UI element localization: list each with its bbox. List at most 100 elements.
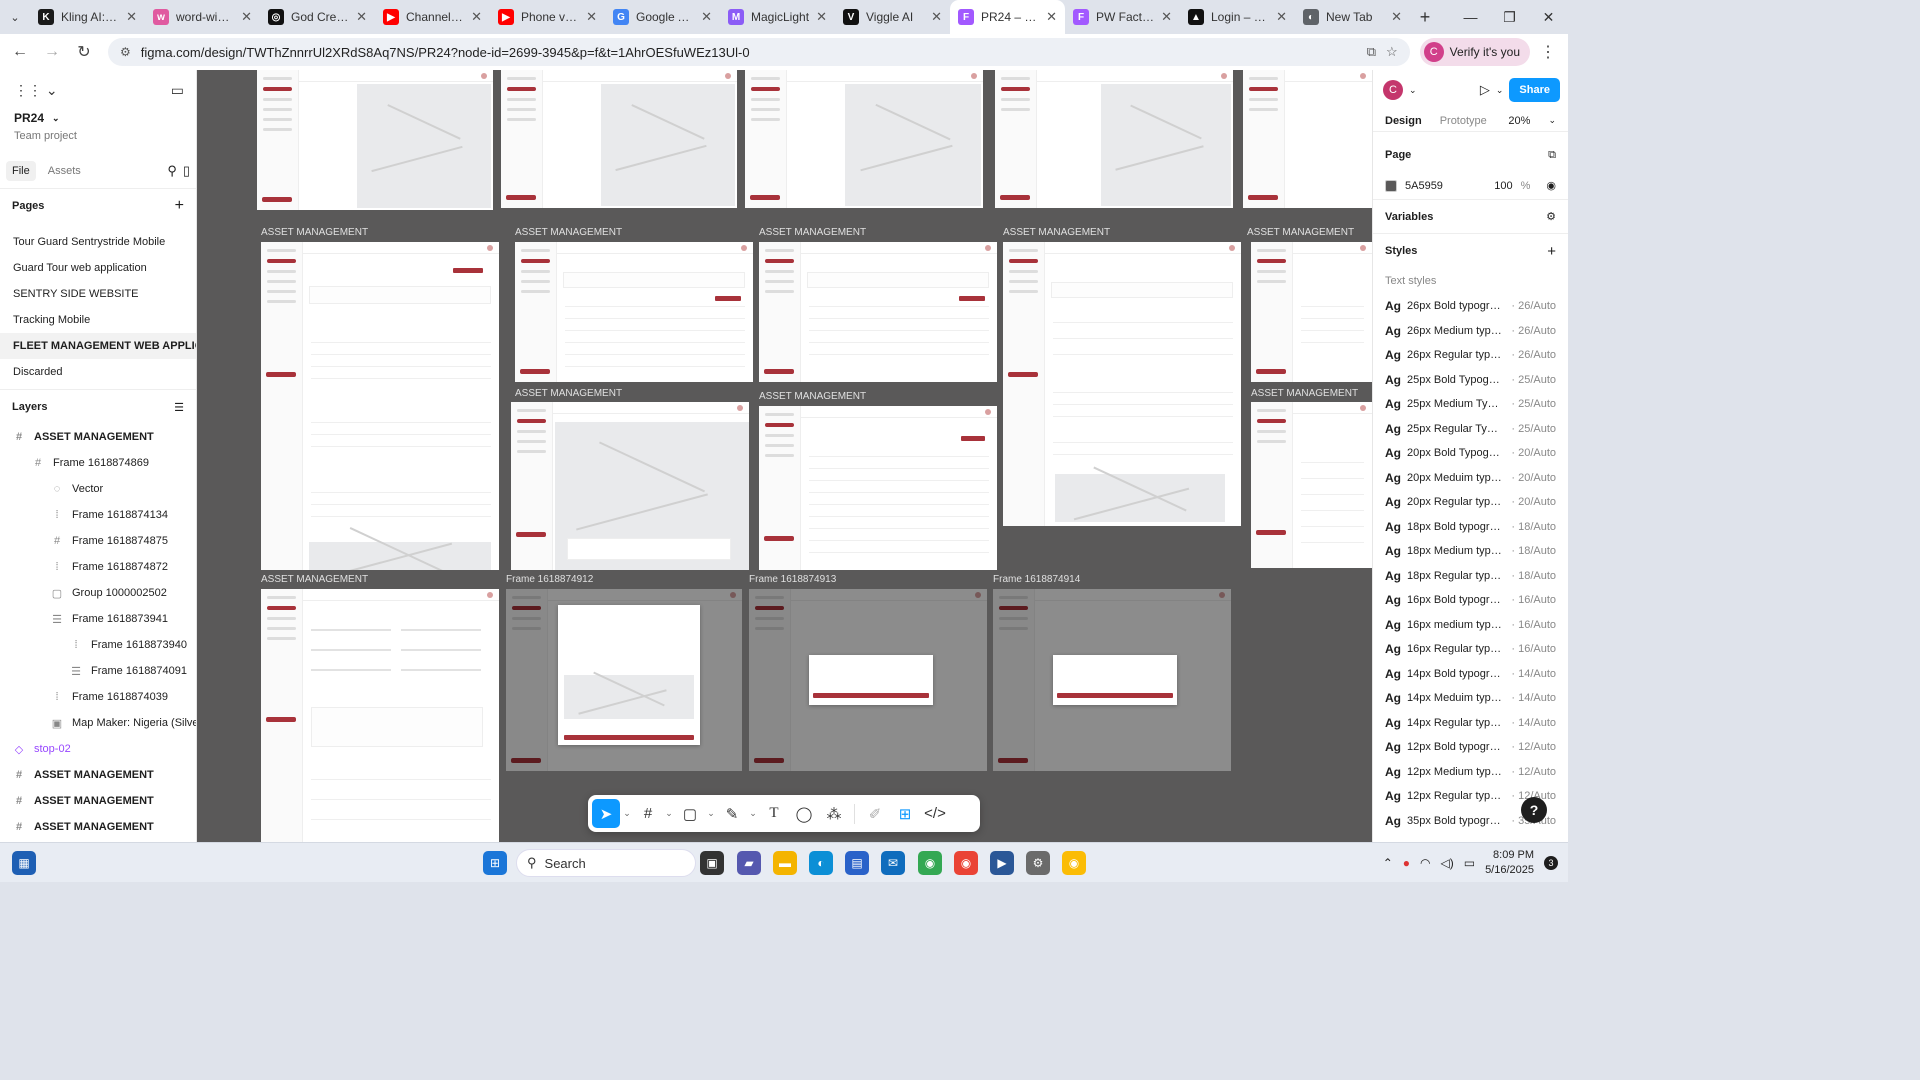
wifi-icon[interactable]: ◠	[1420, 856, 1430, 870]
text-style-item[interactable]: Ag 16px Regular typography · 16/Auto	[1373, 637, 1568, 662]
dev-mode-icon[interactable]: </>	[921, 799, 949, 828]
back-arrow-icon[interactable]: ←	[6, 38, 34, 66]
chevron-down-icon[interactable]: ⌄	[622, 799, 632, 828]
present-play-icon[interactable]: ▷	[1480, 82, 1490, 98]
figma-logo-menu-icon[interactable]: ⋮⋮ ⌄	[14, 82, 58, 99]
frame-1618874912[interactable]	[506, 589, 742, 771]
volume-icon[interactable]: ◁)	[1440, 856, 1453, 870]
store-icon[interactable]: ▤	[845, 851, 869, 875]
frame-asset-list-right[interactable]	[1251, 402, 1372, 568]
user-avatar[interactable]: C	[1383, 80, 1403, 100]
close-tab-icon[interactable]: ✕	[241, 9, 252, 25]
new-tab-button[interactable]: +	[1410, 0, 1440, 34]
layers-list-icon[interactable]: ☰	[174, 401, 184, 414]
text-style-item[interactable]: Ag 14px Regular typography · 14/Auto	[1373, 711, 1568, 736]
browser-tab[interactable]: F PR24 – Figm ✕	[950, 0, 1065, 34]
close-tab-icon[interactable]: ✕	[1276, 9, 1287, 25]
close-tab-icon[interactable]: ✕	[126, 9, 137, 25]
frame-label[interactable]: ASSET MANAGEMENT	[515, 227, 622, 238]
layer-item[interactable]: # Frame 1618874875	[0, 528, 196, 554]
close-tab-icon[interactable]: ✕	[471, 9, 482, 25]
search-icon[interactable]: ⚲	[167, 163, 177, 179]
text-style-item[interactable]: Ag 25px Bold Typography · 25/Auto	[1373, 368, 1568, 393]
text-style-item[interactable]: Ag 14px Meduim typography · 14/Auto	[1373, 686, 1568, 711]
tray-overflow-chevron-icon[interactable]: ⌃	[1383, 856, 1393, 870]
browser-tab[interactable]: ◎ God Creation ✕	[260, 0, 375, 34]
layer-item[interactable]: ◌ Vector	[0, 476, 196, 502]
page-item[interactable]: FLEET MANAGEMENT WEB APPLICA...	[0, 333, 196, 359]
media-icon[interactable]: ▶	[990, 851, 1014, 875]
browser-tab[interactable]: V Viggle AI ✕	[835, 0, 950, 34]
text-style-item[interactable]: Ag 20px Meduim typograp... · 20/Auto	[1373, 466, 1568, 491]
text-style-item[interactable]: Ag 14px Bold typography · 14/Auto	[1373, 662, 1568, 687]
text-style-item[interactable]: Ag 26px Regular typograp... · 26/Auto	[1373, 343, 1568, 368]
page-item[interactable]: Tour Guard Sentrystride Mobile	[0, 229, 196, 255]
close-tab-icon[interactable]: ✕	[701, 9, 712, 25]
comment-tool-icon[interactable]: ◯	[790, 799, 818, 828]
layer-item[interactable]: # Frame 1618874869	[0, 450, 196, 476]
text-style-item[interactable]: Ag 25px Regular Typograp... · 25/Auto	[1373, 417, 1568, 442]
text-style-item[interactable]: Ag 16px Bold typography · 16/Auto	[1373, 588, 1568, 613]
text-style-item[interactable]: Ag 16px medium typography · 16/Auto	[1373, 613, 1568, 638]
clock[interactable]: 8:09 PM 5/16/2025	[1485, 848, 1534, 878]
settings-gear-icon[interactable]: ⚙	[1026, 851, 1050, 875]
chrome-icon-3[interactable]: ◉	[1062, 851, 1086, 875]
page-color-hex[interactable]: 5A5959	[1405, 180, 1443, 192]
close-tab-icon[interactable]: ✕	[1391, 9, 1402, 25]
chrome-icon-2[interactable]: ◉	[954, 851, 978, 875]
browser-tab[interactable]: w word-wizard ✕	[145, 0, 260, 34]
frame-trip-history[interactable]	[515, 242, 753, 382]
maximize-icon[interactable]: ❐	[1490, 0, 1529, 34]
chrome-icon-1[interactable]: ◉	[918, 851, 942, 875]
page-background-row[interactable]: 5A5959 100 % ◉	[1373, 172, 1568, 200]
mail-icon[interactable]: ✉	[881, 851, 905, 875]
add-page-icon[interactable]: +	[175, 197, 184, 215]
layer-item[interactable]: # ASSET MANAGEMENT	[0, 814, 196, 840]
layer-item[interactable]: ☰ Frame 1618873941	[0, 606, 196, 632]
frame-label[interactable]: ASSET MANAGEMENT	[261, 574, 368, 585]
chevron-down-icon[interactable]: ⌄	[1496, 85, 1504, 96]
frame-1618874913[interactable]	[749, 589, 987, 771]
text-style-item[interactable]: Ag 26px Bold typography · 26/Auto	[1373, 294, 1568, 319]
notification-badge[interactable]: 3	[1544, 856, 1558, 870]
layer-item[interactable]: # ASSET MANAGEMENT	[0, 762, 196, 788]
frame-add-asset[interactable]	[261, 589, 499, 842]
layer-item[interactable]: ⁞ Frame 1618874039	[0, 684, 196, 710]
text-style-item[interactable]: Ag 25px Medium Typogra... · 25/Auto	[1373, 392, 1568, 417]
page-item[interactable]: Discarded	[0, 359, 196, 385]
frame-vehicle-list[interactable]	[759, 406, 997, 570]
draw-mode-icon[interactable]: ✐	[861, 799, 889, 828]
start-windows-icon[interactable]: ⊞	[483, 851, 507, 875]
browser-tab[interactable]: F PW Factory ✕	[1065, 0, 1180, 34]
page-opacity[interactable]: 100	[1494, 180, 1512, 192]
browser-tab[interactable]: ◐ New Tab ✕	[1295, 0, 1410, 34]
frame-trip-history-2[interactable]	[1251, 242, 1372, 382]
battery-icon[interactable]: ▭	[1464, 856, 1475, 870]
eye-visibility-icon[interactable]: ◉	[1546, 179, 1556, 192]
design-canvas[interactable]: ASSET MANAGEMENT ASSET MANAGEMENT ASSET …	[197, 70, 1372, 842]
layer-item[interactable]: ◇ stop-02	[0, 736, 196, 762]
text-style-item[interactable]: Ag 12px Medium typography · 12/Auto	[1373, 760, 1568, 785]
chevron-down-icon[interactable]: ⌄	[1548, 115, 1556, 126]
rectangle-tool-icon[interactable]: ▢	[676, 799, 704, 828]
frame-label[interactable]: ASSET MANAGEMENT	[1003, 227, 1110, 238]
frame-map-3[interactable]	[745, 70, 983, 208]
frame-label[interactable]: ASSET MANAGEMENT	[515, 388, 622, 399]
frame-trip-summary[interactable]	[1003, 242, 1241, 526]
frame-label[interactable]: ASSET MANAGEMENT	[1247, 227, 1354, 238]
page-item[interactable]: SENTRY SIDE WEBSITE	[0, 281, 196, 307]
close-tab-icon[interactable]: ✕	[931, 9, 942, 25]
project-name[interactable]: PR24 ⌄	[0, 110, 196, 126]
layer-item[interactable]: ▢ Group 1000002502	[0, 580, 196, 606]
frame-trips-list[interactable]	[759, 242, 997, 382]
design-mode-icon[interactable]: ⊞	[891, 799, 919, 828]
url-omnibox[interactable]: ⚙ figma.com/design/TWThZnnrrUl2XRdS8Aq7N…	[108, 38, 1410, 66]
chevron-down-icon[interactable]: ⌄	[706, 799, 716, 828]
frame-label[interactable]: ASSET MANAGEMENT	[1251, 388, 1358, 399]
layer-item[interactable]: ⁞ Frame 1618874872	[0, 554, 196, 580]
tab-search-chevron-icon[interactable]: ⌄	[0, 0, 30, 34]
taskbar-search-box[interactable]: ⚲ Search	[516, 849, 696, 877]
frame-map-5[interactable]	[1243, 70, 1372, 208]
page-item[interactable]: Tracking Mobile	[0, 307, 196, 333]
share-button[interactable]: Share	[1509, 78, 1560, 102]
